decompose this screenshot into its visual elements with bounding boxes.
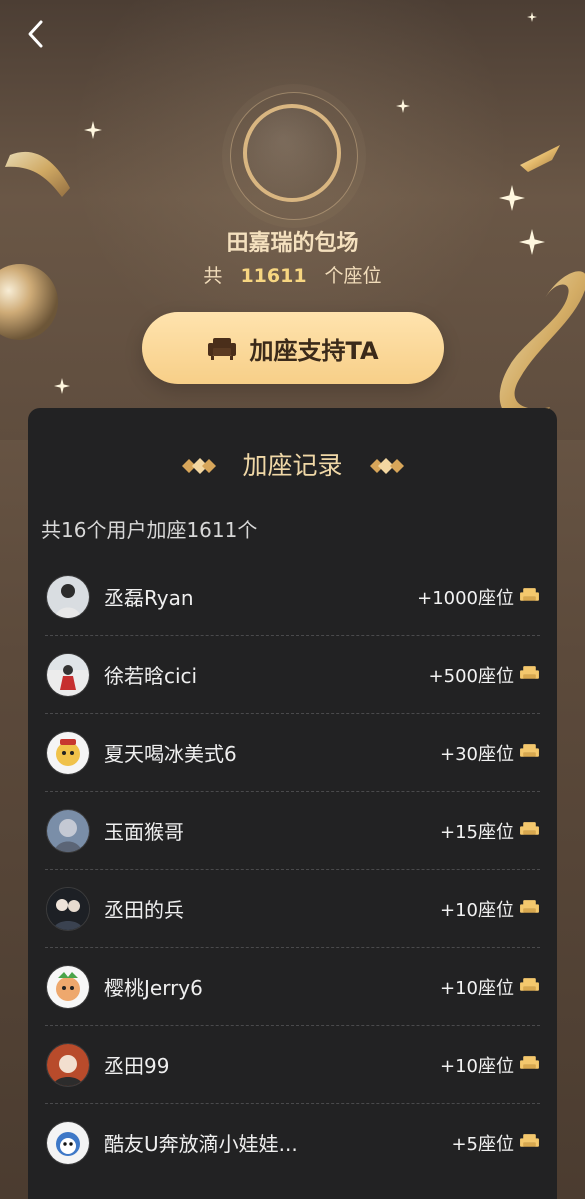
user-avatar (46, 1042, 90, 1087)
user-avatar (46, 574, 90, 619)
records-title: 加座记录 (242, 451, 343, 480)
user-avatar (46, 730, 90, 775)
record-row[interactable]: 樱桃Jerry6 +10座位 (45, 948, 540, 1026)
user-name: 徐若晗cici (104, 664, 198, 688)
seat-addition: +10座位 (440, 899, 514, 921)
records-summary: 共16个用户加座1611个 (41, 518, 258, 542)
user-avatar (46, 964, 90, 1009)
user-avatar (46, 652, 90, 697)
seat-icon (520, 822, 539, 835)
user-avatar (46, 1120, 90, 1165)
user-name: 丞磊Ryan (104, 586, 194, 610)
seat-icon (520, 744, 539, 757)
seat-icon (520, 666, 539, 679)
decor-sparkle-5 (527, 12, 537, 22)
seat-addition: +5座位 (451, 1133, 514, 1155)
back-button[interactable] (18, 16, 54, 52)
record-row[interactable]: 丞田的兵 +10座位 (45, 870, 540, 948)
records-list: 丞磊Ryan +1000座位 徐若晗cici +500座位 夏天喝冰美式6 +3… (45, 558, 540, 1181)
user-name: 丞田99 (104, 1054, 170, 1078)
seat-icon (520, 900, 539, 913)
chevron-left-icon (28, 20, 43, 48)
user-name: 玉面猴哥 (104, 820, 184, 844)
seat-addition: +1000座位 (417, 587, 514, 609)
record-row[interactable]: 丞田99 +10座位 (45, 1026, 540, 1104)
seat-addition: +30座位 (440, 743, 514, 765)
user-name: 夏天喝冰美式6 (104, 742, 237, 766)
host-avatar (243, 104, 341, 202)
sofa-icon (208, 338, 237, 360)
seat-icon (520, 1134, 539, 1147)
add-seat-button[interactable]: 加座支持TA (142, 312, 444, 384)
seat-icon (520, 588, 539, 601)
seat-addition: +500座位 (428, 665, 514, 687)
decor-sparkle-3 (499, 185, 525, 211)
user-name: 丞田的兵 (104, 898, 184, 922)
user-name: 酷友U奔放滴小娃娃... (104, 1132, 298, 1156)
seat-addition: +10座位 (440, 977, 514, 999)
seat-addition: +10座位 (440, 1055, 514, 1077)
seat-count: 11611 (240, 265, 307, 287)
diamond-ornament-right (370, 458, 404, 474)
records-panel: 加座记录 共16个用户加座1611个 丞磊Ryan +1000座位 徐若晗cic… (28, 408, 557, 1199)
seat-prefix: 共 (203, 265, 223, 287)
seat-total: 共 11611 个座位 (0, 261, 585, 288)
record-row[interactable]: 玉面猴哥 +15座位 (45, 792, 540, 870)
user-avatar (46, 886, 90, 931)
seat-icon (520, 1056, 539, 1069)
add-seat-label: 加座支持TA (249, 336, 379, 365)
record-row[interactable]: 夏天喝冰美式6 +30座位 (45, 714, 540, 792)
seat-addition: +15座位 (440, 821, 514, 843)
decor-sparkle-6 (54, 378, 70, 394)
decor-sparkle-2 (396, 99, 410, 113)
page-title: 田嘉瑞的包场 (226, 231, 359, 256)
seat-suffix: 个座位 (324, 265, 382, 287)
record-row[interactable]: 酷友U奔放滴小娃娃... +5座位 (45, 1104, 540, 1181)
user-name: 樱桃Jerry6 (104, 976, 203, 1000)
user-avatar (46, 808, 90, 853)
record-row[interactable]: 徐若晗cici +500座位 (45, 636, 540, 714)
seat-icon (520, 978, 539, 991)
record-row[interactable]: 丞磊Ryan +1000座位 (45, 558, 540, 636)
decor-sparkle-1 (84, 121, 102, 139)
